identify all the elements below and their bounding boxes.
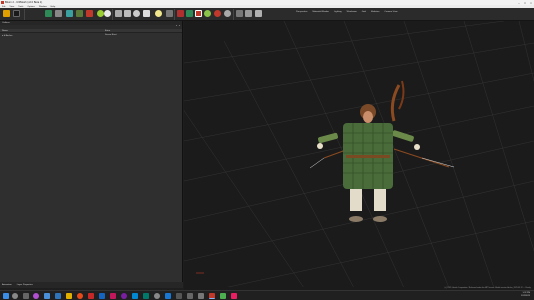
- window-title: Biturn 2 - UI3Mesh (v2.0 Beta 1): [5, 1, 43, 4]
- globe-icon[interactable]: [104, 10, 111, 17]
- viewport-menu-wireframe[interactable]: Wireframe: [347, 11, 357, 13]
- app-icon[interactable]: [132, 293, 138, 299]
- measure-icon[interactable]: [255, 10, 262, 17]
- record-icon[interactable]: [177, 10, 184, 17]
- tree-item-extra: Scene Root: [105, 33, 117, 36]
- app-icon[interactable]: [88, 293, 94, 299]
- play-icon[interactable]: [186, 10, 193, 17]
- archer-character-model[interactable]: [309, 80, 455, 222]
- main-toolbar: [0, 8, 534, 21]
- animation-icon[interactable]: [86, 10, 93, 17]
- viewport-menu-skeleton[interactable]: Skeleton: [371, 11, 380, 13]
- rotate-icon[interactable]: [124, 10, 131, 17]
- toolbar-divider: [174, 9, 175, 20]
- windows-taskbar: 1:32 PM 3/12/2025: [0, 290, 534, 300]
- outliner-title: Outliner: [2, 22, 10, 24]
- app-icon[interactable]: [165, 293, 171, 299]
- pointer-icon[interactable]: [236, 10, 243, 17]
- app-icon[interactable]: [77, 293, 83, 299]
- app-icon[interactable]: [187, 293, 193, 299]
- app-icon[interactable]: [99, 293, 105, 299]
- app-icon: [1, 1, 4, 4]
- status-text: (c) 2023, Ideafix Corporation / Released…: [444, 287, 531, 289]
- camera-icon[interactable]: [224, 10, 231, 17]
- app-icon[interactable]: [198, 293, 204, 299]
- open-folder-icon[interactable]: [3, 10, 10, 17]
- keyframe-icon[interactable]: [214, 10, 221, 17]
- app-icon[interactable]: [110, 293, 116, 299]
- left-panel-footer: Animation Layer Properties: [0, 282, 183, 288]
- toolbar-divider: [233, 9, 234, 20]
- viewport-menu-camera[interactable]: Camera View: [384, 11, 397, 13]
- settings-icon[interactable]: [166, 10, 173, 17]
- column-extra[interactable]: Extra: [105, 30, 110, 32]
- loop-icon[interactable]: [204, 10, 211, 17]
- stop-icon[interactable]: [195, 10, 202, 17]
- app-icon[interactable]: [143, 293, 149, 299]
- outliner-panel: Outliner x x Name Extra ▾ ⊞ Archer Scene…: [0, 21, 183, 288]
- viewport-menu-perspective[interactable]: Perspective: [296, 11, 307, 13]
- viewport-canvas[interactable]: [184, 21, 534, 288]
- system-clock[interactable]: 1:32 PM 3/12/2025: [521, 292, 530, 298]
- toolbar-divider: [112, 9, 113, 20]
- texture-icon[interactable]: [66, 10, 73, 17]
- tab-layer-properties[interactable]: Layer Properties: [17, 284, 33, 286]
- app-icon[interactable]: [154, 293, 160, 299]
- app-icon[interactable]: [121, 293, 127, 299]
- grid-icon[interactable]: [55, 10, 62, 17]
- viewport-menu-lighting[interactable]: Lighting: [334, 11, 342, 13]
- search-icon[interactable]: [12, 293, 18, 299]
- app-icon[interactable]: [231, 293, 237, 299]
- active-app-icon[interactable]: [209, 293, 215, 299]
- mesh-icon[interactable]: [45, 10, 52, 17]
- task-view-icon[interactable]: [23, 293, 29, 299]
- app-icon[interactable]: [33, 293, 39, 299]
- material-icon[interactable]: [76, 10, 83, 17]
- app-icon[interactable]: [176, 293, 182, 299]
- viewport-menu-grid[interactable]: Grid: [362, 11, 366, 13]
- 3d-viewport[interactable]: [184, 21, 534, 288]
- column-name[interactable]: Name: [2, 30, 8, 32]
- file-explorer-icon[interactable]: [66, 293, 72, 299]
- light-icon[interactable]: [155, 10, 162, 17]
- sphere-icon[interactable]: [97, 10, 104, 17]
- tree-item-name: ▾ ⊞ Archer: [2, 34, 13, 37]
- viewport-toolbar: Perspective Materials/Shader Lighting Wi…: [296, 11, 403, 13]
- tree-row[interactable]: ▾ ⊞ Archer Scene Root: [0, 33, 182, 37]
- app-icon[interactable]: [220, 293, 226, 299]
- move-icon[interactable]: [115, 10, 122, 17]
- app-icon[interactable]: [44, 293, 50, 299]
- scale-icon[interactable]: [133, 10, 140, 17]
- toolbar-divider: [24, 9, 25, 20]
- app-icon[interactable]: [55, 293, 61, 299]
- start-icon[interactable]: [3, 293, 9, 299]
- clock-date: 3/12/2025: [521, 295, 530, 297]
- viewport-menu-materials[interactable]: Materials/Shader: [312, 11, 329, 13]
- select-icon[interactable]: [245, 10, 252, 17]
- tab-animation[interactable]: Animation: [2, 284, 12, 286]
- eye-icon[interactable]: [143, 10, 150, 17]
- save-icon[interactable]: [13, 10, 20, 17]
